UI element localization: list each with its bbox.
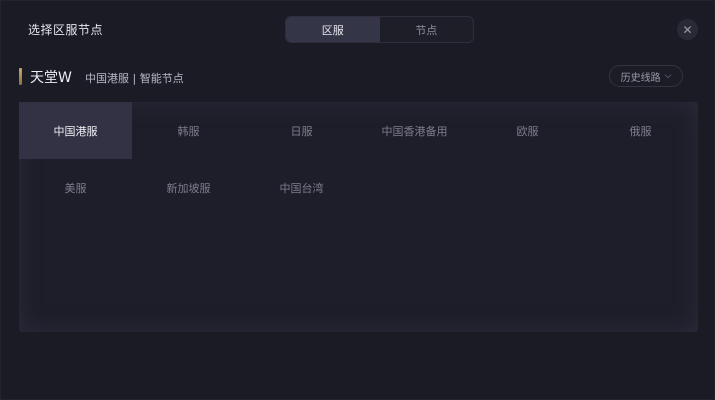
region-item-ru[interactable]: 俄服 — [584, 102, 697, 159]
chevron-down-icon: ⌵ — [664, 71, 672, 81]
tab-region[interactable]: 区服 — [286, 17, 380, 42]
close-icon: ✕ — [682, 22, 693, 37]
history-route-label: 历史线路 — [620, 72, 661, 84]
region-grid: 中国港服 韩服 日服 中国香港备用 欧服 俄服 美服 新加坡服 中国台湾 — [19, 102, 698, 332]
game-current-region: 中国港服 | 智能节点 — [85, 72, 184, 85]
close-button[interactable]: ✕ — [677, 19, 698, 40]
tab-node[interactable]: 节点 — [380, 17, 474, 42]
region-item-jp[interactable]: 日服 — [245, 102, 358, 159]
game-name: 天堂W — [30, 70, 72, 86]
region-item-eu[interactable]: 欧服 — [471, 102, 584, 159]
region-item-tw[interactable]: 中国台湾 — [245, 159, 358, 216]
game-accent-bar — [19, 68, 22, 85]
region-item-kr[interactable]: 韩服 — [132, 102, 245, 159]
region-item-sg[interactable]: 新加坡服 — [132, 159, 245, 216]
region-node-toggle: 区服 节点 — [285, 16, 474, 43]
history-route-button[interactable]: 历史线路 ⌵ — [609, 65, 683, 87]
dialog-title: 选择区服节点 — [28, 23, 104, 37]
region-item-us[interactable]: 美服 — [19, 159, 132, 216]
region-item-hk[interactable]: 中国港服 — [19, 102, 132, 159]
region-select-dialog: 选择区服节点 区服 节点 ✕ 天堂W 中国港服 | 智能节点 历史线路 ⌵ 中国… — [0, 0, 715, 400]
region-item-hk-backup[interactable]: 中国香港备用 — [358, 102, 471, 159]
